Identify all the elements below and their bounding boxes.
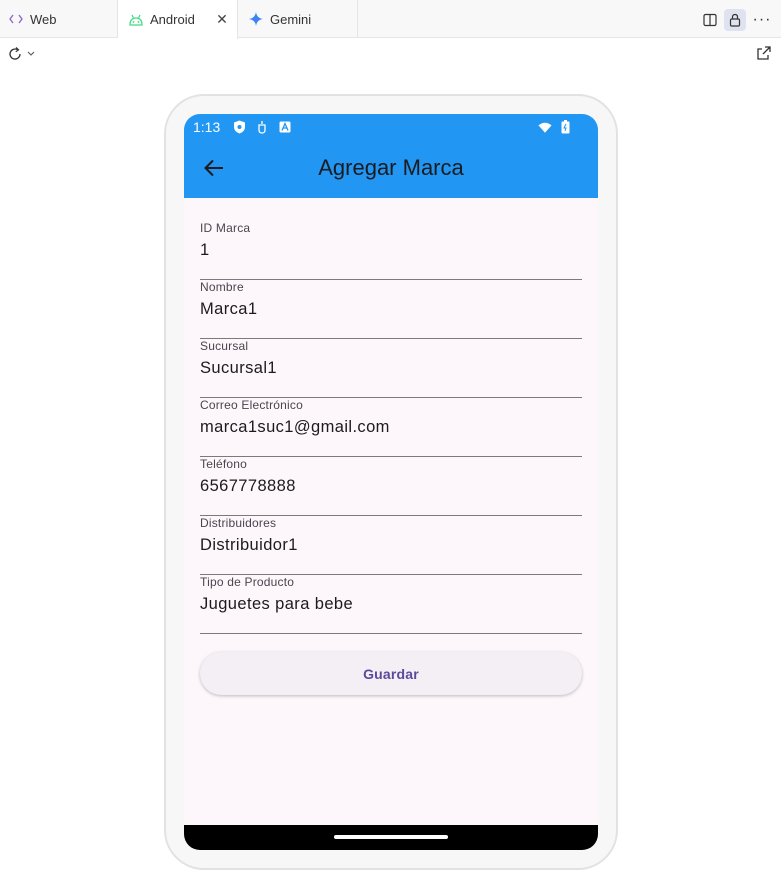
- field-label: ID Marca: [200, 221, 251, 235]
- tab-bar: Web Android ✕ Gemini ···: [0, 0, 781, 39]
- field-label: Correo Electrónico: [200, 398, 303, 412]
- tab-gemini[interactable]: Gemini: [238, 0, 358, 38]
- a-app-icon: [278, 120, 292, 134]
- tab-android[interactable]: Android ✕: [118, 0, 238, 39]
- wifi-icon: [538, 120, 552, 134]
- debug-icon: [255, 120, 269, 134]
- open-external-icon[interactable]: [756, 45, 774, 63]
- sucursal-field[interactable]: Sucursal Sucursal1: [200, 339, 582, 398]
- field-value: Marca1: [200, 300, 258, 318]
- tab-label: Gemini: [270, 11, 312, 27]
- field-value: 1: [200, 241, 210, 259]
- gemini-sparkle-icon: [248, 11, 264, 27]
- code-icon: [8, 11, 24, 27]
- app-bar: Agregar Marca: [184, 140, 598, 198]
- close-icon[interactable]: ✕: [215, 11, 229, 27]
- status-time: 1:13: [193, 119, 221, 135]
- more-options-icon[interactable]: ···: [752, 9, 772, 31]
- status-bar: 1:13: [184, 114, 598, 140]
- correo-field[interactable]: Correo Electrónico marca1suc1@gmail.com: [200, 398, 582, 457]
- id-marca-field[interactable]: ID Marca 1: [200, 221, 582, 280]
- android-icon: [128, 12, 144, 28]
- split-view-icon[interactable]: [700, 9, 720, 31]
- tab-label: Web: [30, 11, 57, 27]
- field-label: Tipo de Producto: [200, 575, 295, 589]
- field-label: Sucursal: [200, 339, 249, 353]
- field-value: 6567778888: [200, 477, 296, 495]
- field-value: Distribuidor1: [200, 536, 298, 554]
- shield-icon: [232, 120, 246, 134]
- battery-icon: [558, 120, 572, 134]
- telefono-field[interactable]: Teléfono 6567778888: [200, 457, 582, 516]
- nombre-field[interactable]: Nombre Marca1: [200, 280, 582, 339]
- device-screen: 1:13 Agregar Marca ID Marca 1 Nombre Mar…: [184, 114, 598, 850]
- save-button[interactable]: Guardar: [200, 652, 582, 695]
- tab-label: Android: [150, 12, 195, 27]
- field-label: Teléfono: [200, 457, 247, 471]
- field-label: Distribuidores: [200, 516, 277, 530]
- home-gesture-handle[interactable]: [334, 835, 448, 839]
- tipo-producto-field[interactable]: Tipo de Producto Juguetes para bebe: [200, 575, 582, 634]
- field-value: Juguetes para bebe: [200, 595, 354, 613]
- distribuidores-field[interactable]: Distribuidores Distribuidor1: [200, 516, 582, 575]
- field-label: Nombre: [200, 280, 244, 294]
- reload-icon[interactable]: [8, 45, 38, 63]
- field-value: marca1suc1@gmail.com: [200, 418, 390, 436]
- lock-icon[interactable]: [724, 9, 746, 31]
- navigation-bar: [184, 825, 598, 850]
- field-value: Sucursal1: [200, 359, 277, 377]
- tab-web[interactable]: Web: [0, 0, 118, 38]
- page-title: Agregar Marca: [318, 155, 464, 180]
